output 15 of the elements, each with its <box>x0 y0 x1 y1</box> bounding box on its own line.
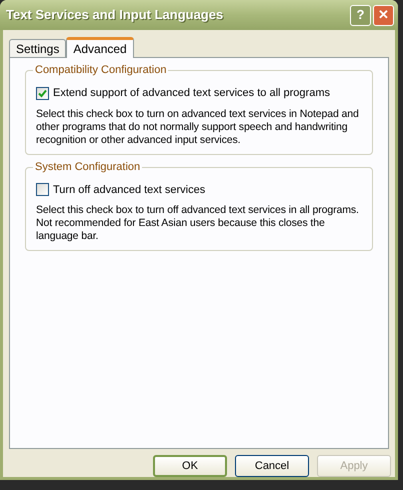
description-text: Select this check box to turn off advanced text services in all programs. Not recommended for East Asian users because this closes the language bar. <box>36 204 360 243</box>
close-button[interactable]: ✕ <box>373 4 394 26</box>
description-text: Select this check box to turn on advanced text services in Notepad and other programs that do not normally support speech and handwriting recognition or other advanced input services. <box>36 108 360 146</box>
group-title: Compatibility Configuration <box>33 63 168 77</box>
tab[interactable]: Advanced <box>66 37 134 58</box>
dialog-button[interactable]: OK <box>153 455 227 477</box>
checkbox[interactable] <box>36 86 49 100</box>
window-title: Text Services and Input Languages <box>6 6 224 24</box>
tab[interactable]: Settings <box>9 39 66 57</box>
checkbox-label: Extend support of advanced text services to all programs <box>53 86 330 101</box>
checkbox[interactable] <box>36 183 49 196</box>
checkbox-label: Turn off advanced text services <box>53 182 206 198</box>
dialog-button[interactable]: Cancel <box>235 455 309 477</box>
check-icon <box>38 88 47 98</box>
group-title: System Configuration <box>33 160 142 174</box>
